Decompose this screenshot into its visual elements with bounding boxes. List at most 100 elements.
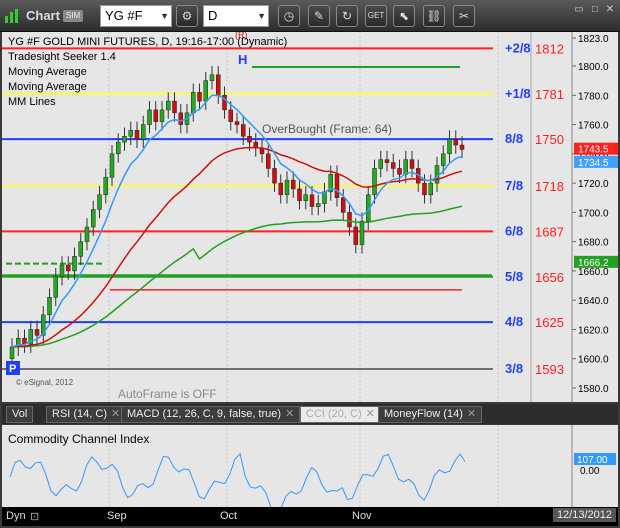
close-icon[interactable]: ✕ [603,3,617,17]
chevron-down-icon[interactable]: ▼ [257,6,266,26]
tab-moneyflow[interactable]: MoneyFlow (14) ✕ [378,406,483,423]
study-ma-2[interactable]: Moving Average [8,81,87,93]
mm-price: 1718 [535,179,564,194]
mm-label: 4/8 [505,314,523,329]
cci-zero-label: 0.00 [580,466,600,477]
toolbar: Chart SIM YG #F ▼ ⚙ D ▼ ◷ ✎ ↻ GET ⬉ ⛓ ✂ … [0,0,620,32]
price-chart[interactable]: +2/8 1812 +1/8 1781 8/8 1750 7/8 1718 6/8 1687 5/8… [2,32,618,402]
clock-icon[interactable]: ◷ [278,5,300,27]
candle [241,124,246,137]
mm-label: 3/8 [505,361,523,376]
cci-badge: 107.00 [577,455,608,466]
cci-pane[interactable]: Commodity Channel Index 107.00 0.00 [2,425,618,516]
candle [272,168,277,184]
minimize-icon[interactable]: ▭ [572,3,586,17]
candle [422,182,427,196]
candle [153,109,158,122]
close-icon[interactable]: ✕ [366,408,375,420]
price-tick-label: 1780.0 [578,91,609,102]
price-badge: 1743.5 [578,145,609,156]
cci-canvas[interactable]: Commodity Channel Index 107.00 0.00 [2,425,618,516]
refresh-icon[interactable]: ↻ [336,5,358,27]
candle [403,159,408,175]
dyn-label[interactable]: Dyn [6,510,26,522]
close-icon[interactable]: ✕ [285,408,294,420]
candle [209,74,215,81]
candle [97,194,102,210]
tab-cci[interactable]: CCI (20, C) ✕ [300,406,381,423]
month-sep: Sep [107,510,127,522]
tab-label: Vol [12,408,28,420]
candle [172,100,177,114]
cci-title: Commodity Channel Index [8,432,149,446]
study-ma-1[interactable]: Moving Average [8,66,87,78]
tab-label: CCI (20, C) [306,408,362,420]
mm-label: 7/8 [505,178,523,193]
cursor-icon[interactable]: ⬉ [393,5,415,27]
lock-icon[interactable]: ⊡ [30,510,39,523]
interval-select[interactable]: D ▼ [203,5,269,27]
candle [166,100,171,111]
candle [378,159,383,169]
candle [441,153,446,166]
candle [347,212,352,228]
overbought-note: OverBought (Frame: 64) [262,122,392,136]
tab-vol[interactable]: Vol [6,406,34,423]
tab-macd[interactable]: MACD (12, 26, C, 9, false, true) ✕ [121,406,301,423]
tab-label: RSI (14, C) [52,408,108,420]
price-tick-label: 1700.0 [578,208,609,219]
mm-label: 6/8 [505,223,523,238]
candle [291,179,296,190]
candle [453,138,458,146]
mm-price: 1656 [535,270,564,285]
month-oct: Oct [220,510,238,522]
candle [72,256,77,272]
candle [191,92,196,114]
close-icon[interactable]: ✕ [111,408,120,420]
candle [178,112,183,125]
candle [309,194,315,207]
price-chart-canvas[interactable]: +2/8 1812 +1/8 1781 8/8 1750 7/8 1718 6/8 1687 5/8… [2,32,618,402]
marker-p: P [9,363,16,375]
candle [297,188,302,201]
candle [384,159,390,163]
autoframe-note: AutoFrame is OFF [118,387,217,401]
candle [372,168,377,196]
price-tick-label: 1760.0 [578,121,609,132]
candle [334,174,340,198]
study-seeker[interactable]: Tradesight Seeker 1.4 [8,51,116,63]
candle [84,226,90,242]
tools-icon[interactable]: ✂ [453,5,475,27]
settings-icon[interactable]: ⚙ [176,5,198,27]
price-tick-label: 1720.0 [578,179,609,190]
candle [53,276,58,298]
price-tick-label: 1580.0 [578,384,609,395]
maximize-icon[interactable]: □ [588,3,602,17]
tab-rsi[interactable]: RSI (14, C) ✕ [46,406,127,423]
symbol-input[interactable]: YG #F ▼ [100,5,172,27]
get-icon[interactable]: GET [365,5,387,27]
draw-icon[interactable]: ✎ [308,5,330,27]
candle [216,74,221,96]
candle [203,80,208,102]
candle [9,346,15,359]
close-icon[interactable]: ✕ [467,408,476,420]
candle [59,264,65,278]
chart-icon[interactable] [4,8,20,30]
price-tick-label: 1600.0 [578,355,609,366]
mm-label: +2/8 [505,40,531,55]
price-tick-label: 1620.0 [578,325,609,336]
mm-price: 1781 [535,87,564,102]
candle [228,109,233,122]
window-title: Chart [26,8,60,23]
mm-label: +1/8 [505,86,531,101]
chevron-down-icon[interactable]: ▼ [160,6,169,26]
candle [341,197,346,213]
candle [266,153,271,169]
candle [303,194,308,201]
link-icon[interactable]: ⛓ [423,5,445,27]
candle [134,130,140,140]
mm-price: 1750 [535,132,564,147]
study-ma-3[interactable]: MM Lines [8,96,56,108]
price-badge: 1734.5 [578,158,609,169]
